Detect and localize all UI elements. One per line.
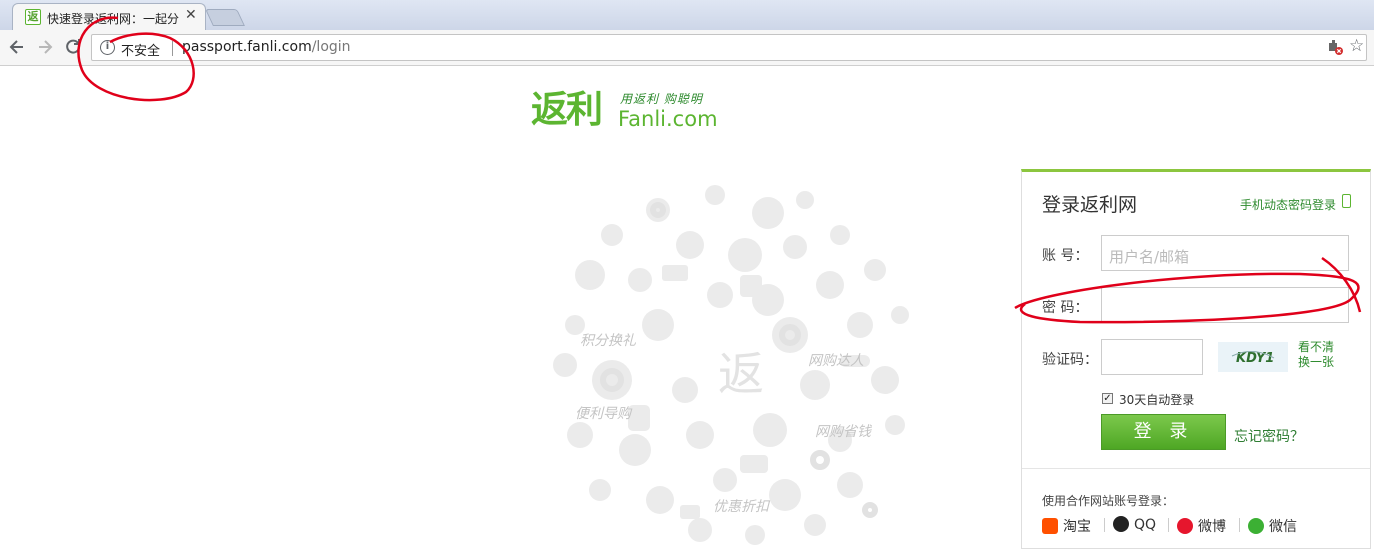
partner-name: QQ <box>1134 517 1157 533</box>
new-tab-button[interactable] <box>205 9 245 26</box>
captcha-input[interactable] <box>1101 339 1203 375</box>
browser-tab[interactable]: 返 快速登录返利网：一起分 ✕ <box>12 3 206 30</box>
star-icon[interactable]: ☆ <box>1349 36 1364 56</box>
remember-checkbox[interactable]: ✓ <box>1102 393 1113 404</box>
back-icon[interactable] <box>6 35 28 59</box>
partner-name: 微博 <box>1198 519 1226 535</box>
partner-login-title: 使用合作网站账号登录： <box>1042 494 1175 508</box>
logo-mark: 返利 <box>531 88 603 131</box>
extension-icon[interactable] <box>1328 40 1343 55</box>
captcha-refresh-link[interactable]: 看不清 换一张 <box>1298 340 1338 370</box>
deco-phrase: 网购省钱 <box>815 424 871 440</box>
security-label[interactable]: 不安全 <box>121 40 160 59</box>
taobao-login-link[interactable]: 淘宝 <box>1042 516 1091 536</box>
captcha-label: 验证码： <box>1042 352 1098 368</box>
captcha-text: KDY1 <box>1236 351 1274 366</box>
illustration-shapes: 返 <box>553 185 909 545</box>
url-host: passport.fanli.com <box>182 39 312 55</box>
forward-icon[interactable] <box>34 35 56 59</box>
browser-toolbar: i 不安全 passport.fanli.com/login ☆ <box>0 30 1374 66</box>
partner-name: 淘宝 <box>1063 519 1091 535</box>
tab-title: 快速登录返利网：一起分 <box>47 12 180 26</box>
panel-divider <box>1022 468 1370 469</box>
logo-slogan: 用返利 购聪明 <box>620 92 703 106</box>
account-label: 账 号： <box>1042 248 1089 264</box>
partner-separator <box>1104 518 1105 532</box>
account-input[interactable]: 用户名/邮箱 <box>1101 235 1349 271</box>
partner-name: 微信 <box>1269 519 1297 535</box>
wechat-icon <box>1248 518 1264 534</box>
deco-center-glyph: 返 <box>718 347 764 401</box>
address-bar[interactable]: i 不安全 passport.fanli.com/login ☆ <box>91 34 1367 61</box>
login-title: 登录返利网 <box>1042 194 1138 216</box>
login-button[interactable]: 登 录 <box>1101 414 1226 450</box>
logo-domain: Fanli.com <box>618 107 718 131</box>
reload-icon[interactable] <box>62 35 84 59</box>
qq-login-link[interactable]: QQ <box>1113 516 1156 533</box>
forgot-password-link[interactable]: 忘记密码？ <box>1234 426 1304 446</box>
captcha-refresh-line1: 看不清 <box>1298 340 1335 354</box>
taobao-icon <box>1042 518 1058 534</box>
url-path: /login <box>311 39 351 55</box>
login-panel: 登录返利网 手机动态密码登录 账 号： 用户名/邮箱 密 码： 验证码： KDY… <box>1021 169 1371 549</box>
favicon-icon: 返 <box>25 9 41 25</box>
mobile-login-link[interactable]: 手机动态密码登录 <box>1240 196 1336 213</box>
partner-separator <box>1239 518 1240 532</box>
fanli-logo[interactable]: 返利 用返利 购聪明 Fanli.com <box>531 88 731 134</box>
captcha-image[interactable]: KDY1 <box>1218 342 1288 372</box>
wechat-login-link[interactable]: 微信 <box>1248 516 1297 536</box>
account-placeholder: 用户名/邮箱 <box>1109 248 1190 266</box>
captcha-refresh-line2: 换一张 <box>1298 355 1335 369</box>
password-input[interactable] <box>1101 287 1349 323</box>
url-text[interactable]: passport.fanli.com/login <box>182 39 351 55</box>
weibo-login-link[interactable]: 微博 <box>1177 516 1226 536</box>
mobile-phone-icon[interactable] <box>1342 194 1351 208</box>
deco-phrase: 优惠折扣 <box>713 499 769 515</box>
decorative-illustration: 返 积分换礼 网购达人 便利导购 网购省钱 优惠折扣 <box>540 175 930 548</box>
info-icon[interactable]: i <box>100 40 115 55</box>
weibo-icon <box>1177 518 1193 534</box>
browser-tab-bar: 返 快速登录返利网：一起分 ✕ <box>0 0 1374 30</box>
deco-phrase: 便利导购 <box>575 406 631 422</box>
password-label: 密 码： <box>1042 300 1089 316</box>
deco-phrase: 积分换礼 <box>580 333 636 349</box>
tab-close-icon[interactable]: ✕ <box>185 7 197 23</box>
qq-icon <box>1113 516 1129 532</box>
deco-phrase: 网购达人 <box>808 353 864 369</box>
partner-separator <box>1168 518 1169 532</box>
url-separator <box>172 41 173 56</box>
remember-label[interactable]: 30天自动登录 <box>1119 391 1194 408</box>
